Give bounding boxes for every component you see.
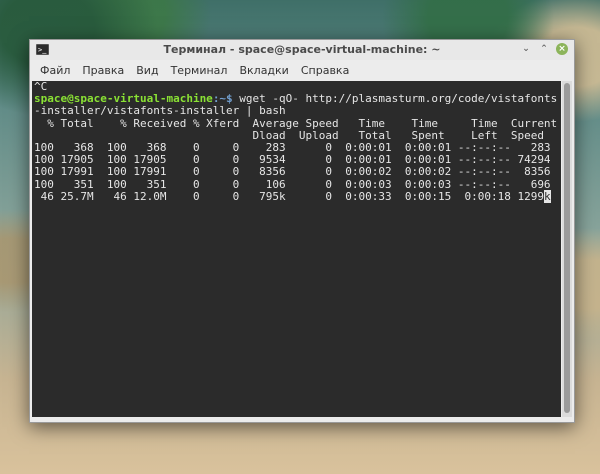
progress-row: 100 17991 100 17991 0 0 8356 0 0:00:02 0… xyxy=(34,165,551,179)
progress-row-text: 46 25.7M 46 12.0M 0 0 795k 0 0:00:33 0:0… xyxy=(34,189,544,203)
menu-view[interactable]: Вид xyxy=(130,64,164,77)
menu-terminal[interactable]: Терминал xyxy=(165,64,234,77)
close-button[interactable]: × xyxy=(556,43,568,55)
window-controls: ⌄ ⌃ × xyxy=(520,43,568,55)
title-bar[interactable]: >_ Терминал - space@space-virtual-machin… xyxy=(30,40,574,60)
terminal-window: >_ Терминал - space@space-virtual-machin… xyxy=(29,39,575,423)
window-title: Терминал - space@space-virtual-machine: … xyxy=(163,43,441,56)
scrollbar[interactable] xyxy=(562,81,572,417)
menu-file[interactable]: Файл xyxy=(34,64,76,77)
minimize-button[interactable]: ⌄ xyxy=(520,43,532,55)
terminal-output[interactable]: ^C space@space-virtual-machine:~$ wget -q… xyxy=(32,81,561,417)
prompt-path: :~$ xyxy=(212,92,233,106)
maximize-button[interactable]: ⌃ xyxy=(538,43,550,55)
prompt-user: space@space-virtual-machine xyxy=(34,92,213,106)
progress-header-1: % Total % Received % Xferd Average Speed… xyxy=(34,116,558,130)
scrollbar-thumb[interactable] xyxy=(564,83,570,413)
command-continuation: -installer/vistafonts-installer | bash xyxy=(34,104,286,118)
menu-bar: Файл Правка Вид Терминал Вкладки Справка xyxy=(30,60,574,80)
menu-tabs[interactable]: Вкладки xyxy=(233,64,294,77)
terminal-icon: >_ xyxy=(36,44,49,55)
menu-edit[interactable]: Правка xyxy=(76,64,130,77)
command-text: wget -qO- http://plasmasturm.org/code/vi… xyxy=(232,92,558,106)
progress-row-current: 46 25.7M 46 12.0M 0 0 795k 0 0:00:33 0:0… xyxy=(34,189,561,203)
menu-help[interactable]: Справка xyxy=(295,64,355,77)
text-cursor: k xyxy=(543,189,551,203)
